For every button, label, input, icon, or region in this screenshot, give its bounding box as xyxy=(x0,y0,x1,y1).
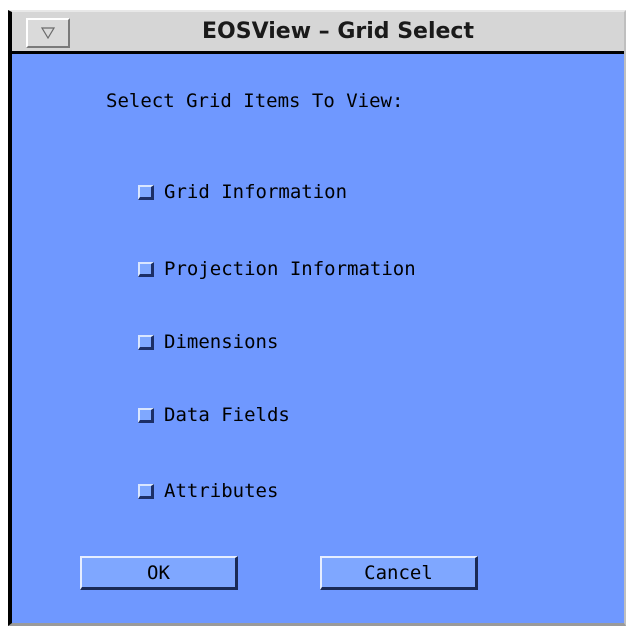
option-data-fields[interactable]: Data Fields xyxy=(138,401,290,429)
data-fields-checkbox[interactable] xyxy=(138,407,154,423)
triangle-down-icon xyxy=(41,27,55,39)
dimensions-label: Dimensions xyxy=(164,331,279,353)
grid-select-window: EOSView – Grid Select Select Grid Items … xyxy=(8,10,626,626)
data-fields-label: Data Fields xyxy=(164,404,290,426)
window-menu-button[interactable] xyxy=(26,18,70,48)
projection-information-label: Projection Information xyxy=(164,258,416,280)
title-bar[interactable]: EOSView – Grid Select xyxy=(12,12,624,54)
window-title: EOSView – Grid Select xyxy=(202,19,474,44)
grid-information-checkbox[interactable] xyxy=(138,184,154,200)
dialog-heading: Select Grid Items To View: xyxy=(106,90,404,112)
dimensions-checkbox[interactable] xyxy=(138,334,154,350)
option-attributes[interactable]: Attributes xyxy=(138,477,278,505)
projection-information-checkbox[interactable] xyxy=(138,261,154,277)
ok-button[interactable]: OK xyxy=(80,556,238,590)
option-projection-information[interactable]: Projection Information xyxy=(138,255,416,283)
option-dimensions[interactable]: Dimensions xyxy=(138,328,278,356)
attributes-checkbox[interactable] xyxy=(138,483,154,499)
option-grid-information[interactable]: Grid Information xyxy=(138,178,347,206)
cancel-button[interactable]: Cancel xyxy=(320,556,478,590)
grid-information-label: Grid Information xyxy=(164,181,348,203)
attributes-label: Attributes xyxy=(164,480,279,502)
